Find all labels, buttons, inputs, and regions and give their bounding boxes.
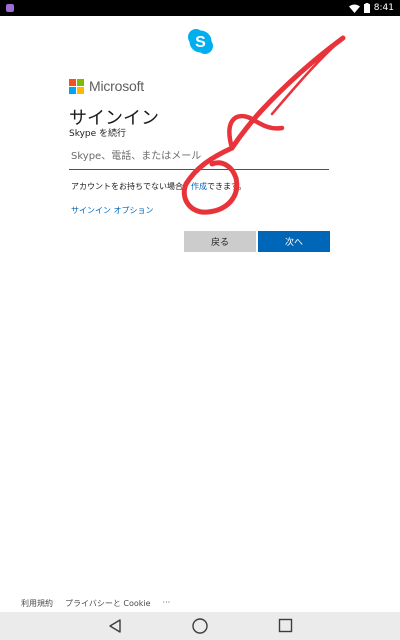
- account-field: [69, 144, 331, 170]
- no-account-suffix: できます。: [207, 182, 247, 191]
- footer: 利用規約 プライバシーと Cookie ···: [21, 598, 170, 609]
- account-input[interactable]: [69, 144, 331, 169]
- wifi-icon: [348, 4, 360, 13]
- microsoft-wordmark: Microsoft: [89, 78, 144, 94]
- terms-link[interactable]: 利用規約: [21, 598, 53, 609]
- svg-text:S: S: [195, 34, 206, 51]
- battery-icon: [363, 3, 370, 13]
- next-button[interactable]: 次へ: [258, 231, 330, 252]
- no-account-prefix: アカウントをお持ちでない場合、: [71, 182, 191, 191]
- more-options-button[interactable]: ···: [163, 598, 171, 609]
- recents-icon[interactable]: [278, 618, 293, 633]
- navigation-bar: [0, 612, 400, 640]
- red-arrow-annotation: [181, 35, 346, 215]
- app-icon: [6, 4, 14, 12]
- signin-options-link[interactable]: サインイン オプション: [71, 205, 154, 216]
- clock: 8:41: [373, 3, 394, 13]
- back-icon[interactable]: [108, 618, 122, 634]
- status-right: 8:41: [348, 2, 394, 14]
- no-account-text: アカウントをお持ちでない場合、作成できます。: [71, 181, 246, 192]
- status-bar: 8:41: [0, 0, 400, 16]
- home-icon[interactable]: [191, 617, 209, 635]
- create-account-link[interactable]: 作成: [191, 182, 207, 191]
- microsoft-logo: Microsoft: [69, 78, 144, 94]
- page-subtitle: Skype を続行: [69, 129, 127, 139]
- back-button[interactable]: 戻る: [184, 231, 256, 252]
- skype-logo-icon: S: [188, 29, 213, 54]
- privacy-link[interactable]: プライバシーと Cookie: [65, 598, 151, 609]
- microsoft-logo-icon: [69, 78, 84, 94]
